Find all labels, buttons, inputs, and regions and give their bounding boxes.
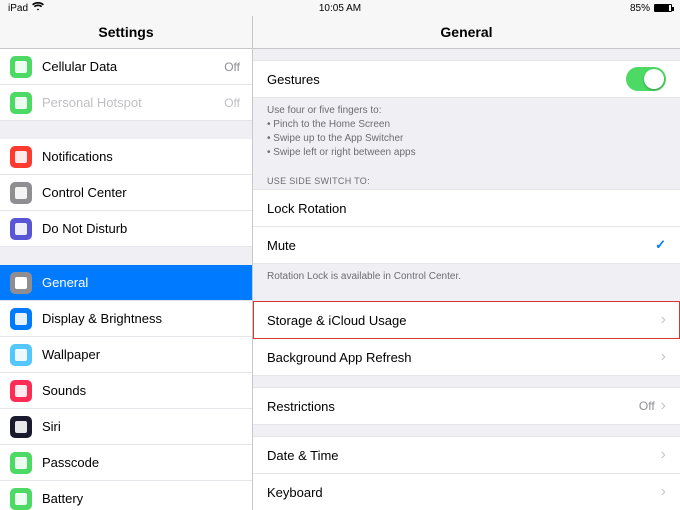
sidebar-item-label: Battery (42, 491, 240, 506)
sidebar-item-label: Do Not Disturb (42, 221, 240, 236)
detail-title: General (253, 16, 680, 49)
sidebar-item-notifications[interactable]: Notifications (0, 139, 252, 175)
sidebar-item-label: Passcode (42, 455, 240, 470)
app-icon (10, 344, 32, 366)
side-switch-header: USE SIDE SWITCH TO: (253, 166, 680, 190)
sidebar-item-personal-hotspot[interactable]: Personal HotspotOff (0, 85, 252, 121)
detail-pane: General Gestures Use four or five finger… (253, 16, 680, 510)
gestures-toggle[interactable] (626, 67, 666, 91)
chevron-right-icon: › (661, 483, 666, 501)
sidebar-item-general[interactable]: General (0, 265, 252, 301)
sidebar-item-label: Siri (42, 419, 240, 434)
wifi-icon (32, 2, 44, 14)
app-icon (10, 146, 32, 168)
side-switch-mute[interactable]: Mute✓ (253, 226, 680, 264)
app-icon (10, 452, 32, 474)
sidebar-item-value: Off (224, 60, 240, 74)
item-date-time[interactable]: Date & Time› (253, 436, 680, 474)
item-background-app-refresh[interactable]: Background App Refresh› (253, 338, 680, 376)
gestures-label: Gestures (267, 72, 626, 87)
gestures-row[interactable]: Gestures (253, 60, 680, 98)
app-icon (10, 416, 32, 438)
battery-pct: 85% (630, 3, 650, 14)
chevron-right-icon: › (661, 348, 666, 366)
sidebar-item-passcode[interactable]: Passcode (0, 445, 252, 481)
item-keyboard[interactable]: Keyboard› (253, 473, 680, 510)
sidebar-item-do-not-disturb[interactable]: Do Not Disturb (0, 211, 252, 247)
app-icon (10, 272, 32, 294)
sidebar-item-display-brightness[interactable]: Display & Brightness (0, 301, 252, 337)
sidebar-item-cellular-data[interactable]: Cellular DataOff (0, 49, 252, 85)
app-icon (10, 56, 32, 78)
app-icon (10, 218, 32, 240)
sidebar-item-sounds[interactable]: Sounds (0, 373, 252, 409)
sidebar-item-label: Wallpaper (42, 347, 240, 362)
sidebar-item-control-center[interactable]: Control Center (0, 175, 252, 211)
app-icon (10, 488, 32, 510)
app-icon (10, 92, 32, 114)
restrictions-row[interactable]: Restrictions Off › (253, 387, 680, 425)
side-switch-note: Rotation Lock is available in Control Ce… (253, 264, 680, 290)
sidebar-title: Settings (0, 16, 252, 49)
app-icon (10, 308, 32, 330)
battery-icon (654, 4, 672, 12)
sidebar-item-siri[interactable]: Siri (0, 409, 252, 445)
sidebar-item-value: Off (224, 96, 240, 110)
gestures-help: Use four or five fingers to: • Pinch to … (253, 98, 680, 166)
app-icon (10, 182, 32, 204)
check-icon: ✓ (655, 237, 666, 253)
device-label: iPad (8, 3, 28, 14)
sidebar-item-label: Personal Hotspot (42, 95, 224, 110)
item-storage-icloud-usage[interactable]: Storage & iCloud Usage› (253, 301, 680, 339)
sidebar-item-label: Sounds (42, 383, 240, 398)
chevron-right-icon: › (661, 446, 666, 464)
sidebar-item-wallpaper[interactable]: Wallpaper (0, 337, 252, 373)
side-switch-lock-rotation[interactable]: Lock Rotation (253, 189, 680, 227)
chevron-right-icon: › (661, 311, 666, 329)
app-icon (10, 380, 32, 402)
sidebar-item-label: General (42, 275, 240, 290)
sidebar-item-label: Cellular Data (42, 59, 224, 74)
chevron-right-icon: › (661, 397, 666, 415)
status-bar: iPad 10:05 AM 85% (0, 0, 680, 16)
sidebar-item-battery[interactable]: Battery (0, 481, 252, 510)
clock: 10:05 AM (319, 3, 361, 14)
sidebar-item-label: Display & Brightness (42, 311, 240, 326)
sidebar-item-label: Control Center (42, 185, 240, 200)
settings-sidebar: Settings Cellular DataOffPersonal Hotspo… (0, 16, 253, 510)
sidebar-item-label: Notifications (42, 149, 240, 164)
